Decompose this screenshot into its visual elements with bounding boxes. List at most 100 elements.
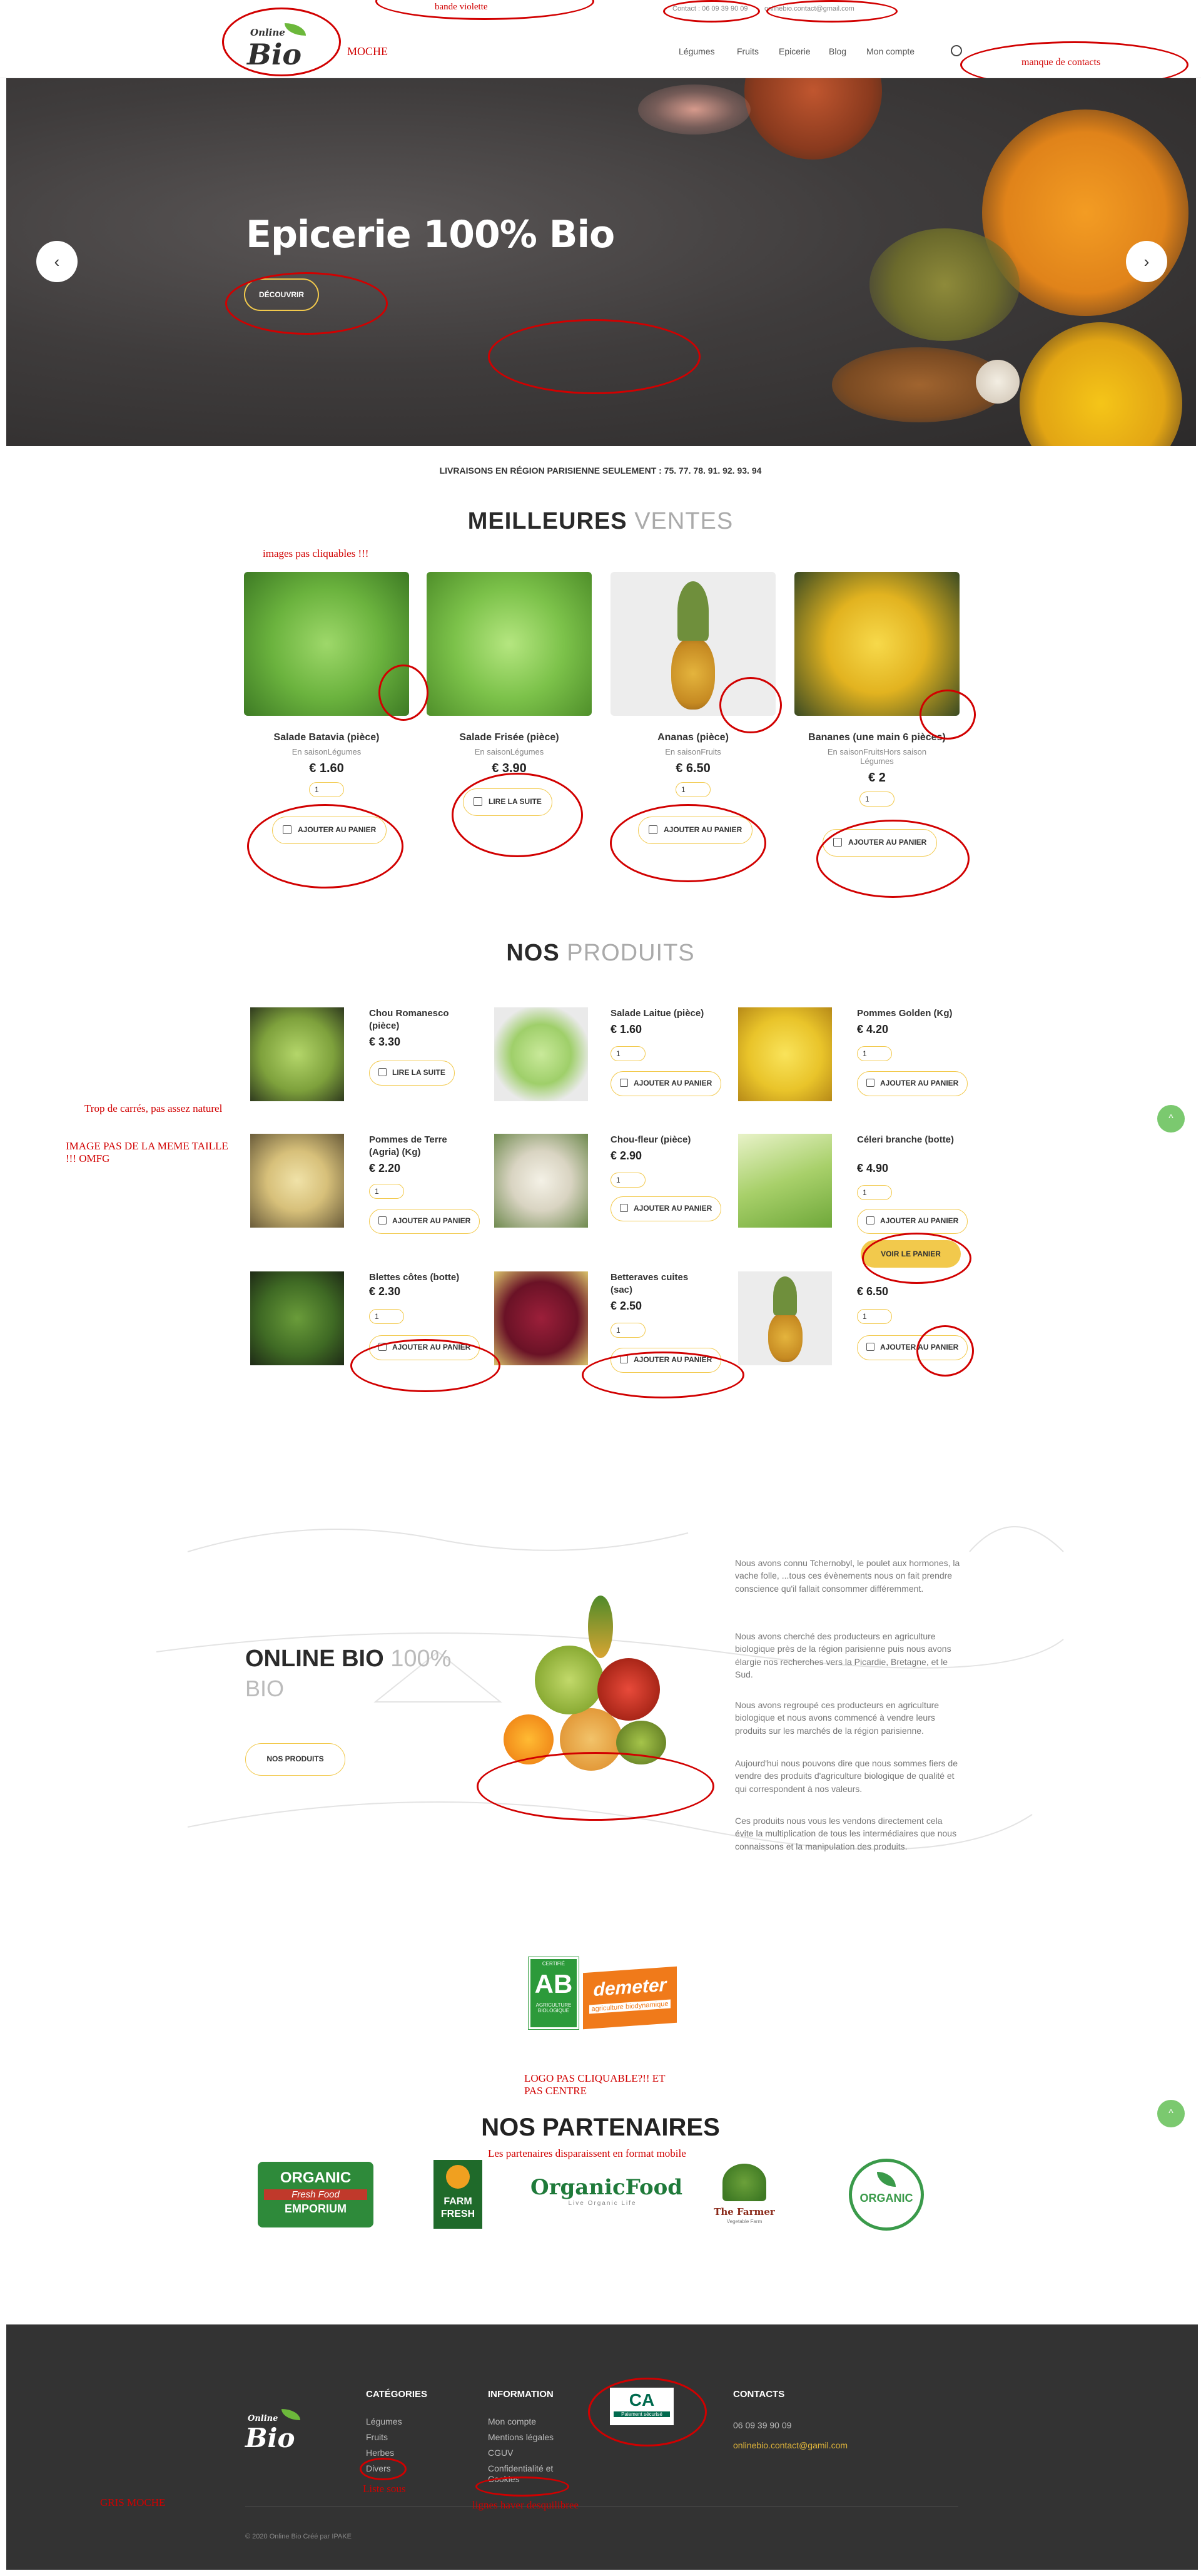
- leaf-icon: [281, 2409, 300, 2420]
- annotation-bande-violette: bande violette: [435, 2, 488, 12]
- footer-link-mentions[interactable]: Mentions légales: [488, 2432, 554, 2442]
- product-name[interactable]: Betteraves cuites (sac): [611, 1271, 711, 1296]
- quantity-input[interactable]: 1: [611, 1046, 646, 1061]
- partner-line1: The Farmer: [714, 2206, 775, 2217]
- add-to-cart-button[interactable]: AJOUTER AU PANIER: [857, 1209, 968, 1234]
- search-icon[interactable]: [951, 45, 962, 56]
- product-name[interactable]: Blettes côtes (botte): [369, 1271, 469, 1284]
- about-title-line2: BIO: [245, 1676, 285, 1701]
- partner-logo-organicfood: OrganicFood Live Organic Life: [530, 2175, 683, 2219]
- nav-epicerie[interactable]: Epicerie: [779, 46, 811, 56]
- footer-categories-title: CATÉGORIES: [366, 2389, 428, 2400]
- read-more-button[interactable]: LIRE LA SUITE: [369, 1061, 455, 1086]
- add-to-cart-label: AJOUTER AU PANIER: [634, 1079, 712, 1087]
- product-name[interactable]: Céleri branche (botte): [857, 1134, 957, 1146]
- pineapple-leaves: [773, 1276, 797, 1315]
- annotation-oval-btn3: [610, 804, 766, 882]
- add-to-cart-button[interactable]: AJOUTER AU PANIER: [611, 1071, 722, 1096]
- annotation-oval-info: [475, 2477, 569, 2497]
- nav-blog[interactable]: Blog: [829, 46, 846, 56]
- sketch-line: [969, 1526, 1064, 1552]
- footer-phone[interactable]: 06 09 39 90 09: [733, 2420, 791, 2430]
- annotation-liste-sous: Liste sous: [363, 2483, 406, 2495]
- footer-link-herbes[interactable]: Herbes: [366, 2448, 394, 2458]
- hero-title-light: Epicerie: [246, 213, 423, 257]
- bag-icon: [620, 1079, 628, 1087]
- annotation-oval-divers: [360, 2458, 407, 2480]
- product-item-romanesco: Chou Romanesco (pièce) € 3.30 LIRE LA SU…: [250, 1007, 488, 1107]
- ab-main-label: AB: [534, 1969, 573, 1998]
- add-to-cart-button[interactable]: AJOUTER AU PANIER: [369, 1209, 480, 1234]
- quantity-input[interactable]: 1: [857, 1185, 892, 1200]
- our-products-button[interactable]: NOS PRODUITS: [245, 1743, 345, 1776]
- annotation-oval-img4: [920, 690, 976, 740]
- product-price: € 4.20: [857, 1023, 889, 1036]
- product-price: € 3.30: [369, 1036, 401, 1048]
- partner-logo-the-farmer: The Farmer Vegetable Farm: [707, 2157, 782, 2229]
- best-sellers-title-bold: MEILLEURES: [467, 508, 627, 534]
- product-price: € 2.30: [369, 1285, 401, 1298]
- product-image: [738, 1007, 832, 1101]
- quantity-input[interactable]: 1: [369, 1309, 404, 1324]
- footer-email[interactable]: onlinebio.contact@gamil.com: [733, 2440, 848, 2450]
- product-name[interactable]: Salade Batavia (pièce): [244, 732, 409, 743]
- hero-title: Epicerie 100% Bio: [246, 213, 615, 257]
- demeter-sub-label: agriculture biodynamique: [589, 1999, 671, 2014]
- product-name[interactable]: Pommes de Terre (Agria) (Kg): [369, 1134, 469, 1158]
- quantity-input[interactable]: 1: [859, 792, 894, 807]
- product-item-celeri: Céleri branche (botte) € 4.90 1 AJOUTER …: [738, 1134, 976, 1234]
- scroll-top-button[interactable]: ^: [1157, 1105, 1185, 1133]
- product-price: € 4.90: [857, 1162, 889, 1174]
- product-name[interactable]: Salade Laitue (pièce): [611, 1007, 711, 1020]
- footer-copyright: © 2020 Online Bio Créé par IPAKE: [245, 2533, 352, 2540]
- pineapple-body: [671, 638, 715, 710]
- annotation-logo-pas-cliquable: LOGO PAS CLIQUABLE?!! ET PAS CENTRE: [524, 2072, 666, 2097]
- quantity-input[interactable]: 1: [369, 1184, 404, 1199]
- quantity-input[interactable]: 1: [611, 1323, 646, 1338]
- fruit-basket-image: [485, 1596, 685, 1777]
- product-category: En saisonLégumes: [291, 747, 362, 756]
- quantity-input[interactable]: 1: [857, 1046, 892, 1061]
- ab-bottom-label: AGRICULTURE BIOLOGIQUE: [535, 2002, 572, 2013]
- nav-mon-compte[interactable]: Mon compte: [866, 46, 915, 56]
- best-sellers-title: MEILLEURES VENTES: [0, 508, 1201, 535]
- footer-link-legumes[interactable]: Légumes: [366, 2416, 402, 2426]
- about-title-bold: ONLINE BIO: [245, 1646, 384, 1672]
- product-name[interactable]: Ananas (pièce): [611, 732, 776, 743]
- footer-link-mon-compte[interactable]: Mon compte: [488, 2416, 536, 2426]
- partner-line1: OrganicFood: [530, 2175, 683, 2200]
- quantity-input[interactable]: 1: [611, 1173, 646, 1188]
- add-to-cart-label: AJOUTER AU PANIER: [634, 1204, 712, 1213]
- about-paragraph: Aujourd'hui nous pouvons dire que nous s…: [735, 1758, 958, 1794]
- annotation-oval-basket: [477, 1752, 714, 1821]
- partner-line1: FARM: [443, 2196, 472, 2207]
- add-to-cart-button[interactable]: AJOUTER AU PANIER: [611, 1196, 722, 1221]
- quantity-input[interactable]: 1: [676, 782, 711, 797]
- quantity-input[interactable]: 1: [857, 1309, 892, 1324]
- annotation-oval-np3: [916, 1325, 974, 1377]
- product-name[interactable]: Chou-fleur (pièce): [611, 1134, 711, 1146]
- demeter-logo: demeter agriculture biodynamique: [583, 1966, 677, 2030]
- slider-prev-button[interactable]: ‹: [36, 241, 78, 282]
- nav-fruits[interactable]: Fruits: [737, 46, 759, 56]
- our-products-title-bold: NOS: [506, 940, 560, 966]
- product-price: € 2.20: [369, 1162, 401, 1174]
- slider-next-button[interactable]: ›: [1126, 241, 1167, 282]
- partner-logo-farm-fresh: FARM FRESH: [433, 2160, 482, 2229]
- annotation-gris-moche: GRIS MOCHE: [100, 2497, 166, 2508]
- product-item-laitue: Salade Laitue (pièce) € 1.60 1 AJOUTER A…: [494, 1007, 732, 1107]
- product-name[interactable]: Salade Frisée (pièce): [427, 732, 592, 743]
- footer-link-fruits[interactable]: Fruits: [366, 2432, 388, 2442]
- quantity-input[interactable]: 1: [309, 782, 344, 797]
- product-price: € 1.60: [309, 761, 344, 775]
- product-name[interactable]: Chou Romanesco (pièce): [369, 1007, 469, 1032]
- product-name[interactable]: Pommes Golden (Kg): [857, 1007, 957, 1020]
- product-image: [738, 1271, 832, 1365]
- add-to-cart-button[interactable]: AJOUTER AU PANIER: [857, 1071, 968, 1096]
- pineapple-body: [768, 1312, 803, 1362]
- annotation-images-pas-cliquables: images pas cliquables !!!: [263, 547, 369, 559]
- footer-link-cguv[interactable]: CGUV: [488, 2448, 513, 2458]
- nav-legumes[interactable]: Légumes: [679, 46, 715, 56]
- about-paragraph: Nous avons cherché des producteurs en ag…: [735, 1631, 951, 1679]
- footer-logo[interactable]: Online Bio: [245, 2409, 314, 2459]
